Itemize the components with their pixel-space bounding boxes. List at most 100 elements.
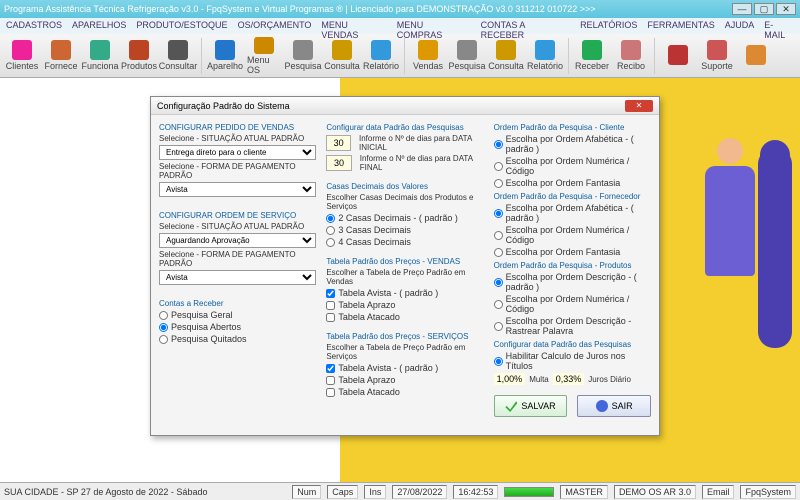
menu-item[interactable]: FERRAMENTAS bbox=[647, 20, 714, 32]
toolbar-pesquisa[interactable]: Pesquisa bbox=[285, 36, 321, 76]
toolbar-recibo[interactable]: Recibo bbox=[613, 36, 649, 76]
toolbar-consulta[interactable]: Consulta bbox=[324, 36, 360, 76]
os-header: CONFIGURAR ORDEM DE SERVIÇO bbox=[159, 211, 316, 220]
toolbar-icon bbox=[12, 40, 32, 60]
multa-value[interactable]: 1,00% bbox=[494, 373, 526, 385]
pagamento-vendas-select[interactable]: Avista bbox=[159, 182, 316, 197]
situacao-vendas-select[interactable]: Entrega direto para o cliente bbox=[159, 145, 316, 160]
situacao-os-select[interactable]: Aguardando Aprovação bbox=[159, 233, 316, 248]
toolbar-produtos[interactable]: Produtos bbox=[121, 36, 157, 76]
toolbar-pesquisa[interactable]: Pesquisa bbox=[449, 36, 485, 76]
cli-alfa-radio[interactable]: Escolha por Ordem Afabética - ( padrão ) bbox=[494, 134, 651, 154]
toolbar-icon bbox=[457, 40, 477, 60]
close-button[interactable]: ✕ bbox=[776, 3, 796, 15]
tab-aprazo-v-check[interactable]: Tabela Aprazo bbox=[326, 300, 483, 310]
toolbar-icon bbox=[418, 40, 438, 60]
toolbar-consulta[interactable]: Consulta bbox=[488, 36, 524, 76]
juros-header: Configurar data Padrão das Pesquisas bbox=[494, 340, 651, 349]
maximize-button[interactable]: ▢ bbox=[754, 3, 774, 15]
label: Escolher a Tabela de Preço Padrão em Ser… bbox=[326, 343, 483, 361]
toolbar-icon bbox=[535, 40, 555, 60]
window-titlebar: Programa Assistência Técnica Refrigeraçã… bbox=[0, 0, 800, 18]
app-title: Programa Assistência Técnica Refrigeraçã… bbox=[4, 4, 596, 14]
toolbar-icon bbox=[129, 40, 149, 60]
status-email[interactable]: Email bbox=[702, 485, 735, 499]
menu-item[interactable]: PRODUTO/ESTOQUE bbox=[136, 20, 227, 32]
label: Selecione - SITUAÇÃO ATUAL PADRÃO bbox=[159, 134, 316, 143]
exit-icon bbox=[596, 400, 608, 412]
toolbar-menu os[interactable]: Menu OS bbox=[246, 36, 282, 76]
menu-item[interactable]: APARELHOS bbox=[72, 20, 126, 32]
pagamento-os-select[interactable]: Avista bbox=[159, 270, 316, 285]
label: Selecione - FORMA DE PAGAMENTO PADRÃO bbox=[159, 162, 316, 180]
toolbar-btn16[interactable] bbox=[660, 36, 696, 76]
toolbar-icon bbox=[582, 40, 602, 60]
pesquisa-quitados-radio[interactable]: Pesquisa Quitados bbox=[159, 334, 316, 344]
toolbar-funciona[interactable]: Funciona bbox=[82, 36, 118, 76]
config-dialog: Configuração Padrão do Sistema ✕ CONFIGU… bbox=[150, 96, 660, 436]
toolbar-clientes[interactable]: Clientes bbox=[4, 36, 40, 76]
toolbar-receber[interactable]: Receber bbox=[574, 36, 610, 76]
menu-item[interactable]: OS/ORÇAMENTO bbox=[238, 20, 312, 32]
dias-final-input[interactable]: 30 bbox=[326, 155, 351, 171]
toolbar-suporte[interactable]: Suporte bbox=[699, 36, 735, 76]
tab-avista-v-check[interactable]: Tabela Avista - ( padrão ) bbox=[326, 288, 483, 298]
data-pesq-header: Configurar data Padrão das Pesquisas bbox=[326, 123, 483, 132]
toolbar-relatório[interactable]: Relatório bbox=[527, 36, 563, 76]
menu-item[interactable]: E-MAIL bbox=[764, 20, 794, 32]
casas4-radio[interactable]: 4 Casas Decimais bbox=[326, 237, 483, 247]
pesquisa-geral-radio[interactable]: Pesquisa Geral bbox=[159, 310, 316, 320]
tab-atacado-s-check[interactable]: Tabela Atacado bbox=[326, 387, 483, 397]
menu-item[interactable]: CONTAS A RECEBER bbox=[481, 20, 570, 32]
dias-inicial-input[interactable]: 30 bbox=[326, 135, 351, 151]
progress-indicator bbox=[504, 487, 554, 497]
prod-rastr-radio[interactable]: Escolha por Ordem Descrição - Rastrear P… bbox=[494, 316, 651, 336]
tab-aprazo-s-check[interactable]: Tabela Aprazo bbox=[326, 375, 483, 385]
casas3-radio[interactable]: 3 Casas Decimais bbox=[326, 225, 483, 235]
label: Escolher a Tabela de Preço Padrão em Ven… bbox=[326, 268, 483, 286]
menu-item[interactable]: CADASTROS bbox=[6, 20, 62, 32]
toolbar-relatório[interactable]: Relatório bbox=[363, 36, 399, 76]
cli-num-radio[interactable]: Escolha por Ordem Numérica / Código bbox=[494, 156, 651, 176]
tab-atacado-v-check[interactable]: Tabela Atacado bbox=[326, 312, 483, 322]
check-icon bbox=[505, 400, 517, 412]
juros-value[interactable]: 0,33% bbox=[553, 373, 585, 385]
status-date: 27/08/2022 bbox=[392, 485, 447, 499]
toolbar-fornece[interactable]: Fornece bbox=[43, 36, 79, 76]
tab-avista-s-check[interactable]: Tabela Avista - ( padrão ) bbox=[326, 363, 483, 373]
dialog-close-button[interactable]: ✕ bbox=[625, 100, 653, 112]
menu-item[interactable]: AJUDA bbox=[725, 20, 755, 32]
casas-header: Casas Decimais dos Valores bbox=[326, 182, 483, 191]
status-brand: FpqSystem bbox=[740, 485, 796, 499]
forn-num-radio[interactable]: Escolha por Ordem Numérica / Código bbox=[494, 225, 651, 245]
forn-fant-radio[interactable]: Escolha por Ordem Fantasia bbox=[494, 247, 651, 257]
dialog-title: Configuração Padrão do Sistema bbox=[157, 101, 290, 111]
casas2-radio[interactable]: 2 Casas Decimais - ( padrão ) bbox=[326, 213, 483, 223]
toolbar-vendas[interactable]: Vendas bbox=[410, 36, 446, 76]
habilitar-juros-radio[interactable]: Habilitar Calculo de Juros nos Títulos bbox=[494, 351, 651, 371]
toolbar-icon bbox=[621, 40, 641, 60]
dialog-col-1: CONFIGURAR PEDIDO DE VENDAS Selecione - … bbox=[159, 121, 316, 429]
capslock-indicator: Caps bbox=[327, 485, 358, 499]
forn-alfa-radio[interactable]: Escolha por Ordem Afabética - ( padrão ) bbox=[494, 203, 651, 223]
cli-fant-radio[interactable]: Escolha por Ordem Fantasia bbox=[494, 178, 651, 188]
salvar-button[interactable]: SALVAR bbox=[494, 395, 568, 417]
sair-button[interactable]: SAIR bbox=[577, 395, 651, 417]
status-user: MASTER bbox=[560, 485, 608, 499]
ordem-prod-header: Ordem Padrão da Pesquisa - Produtos bbox=[494, 261, 651, 270]
menu-item[interactable]: MENU COMPRAS bbox=[397, 20, 471, 32]
minimize-button[interactable]: — bbox=[732, 3, 752, 15]
menu-item[interactable]: MENU VENDAS bbox=[321, 20, 386, 32]
label: Selecione - SITUAÇÃO ATUAL PADRÃO bbox=[159, 222, 316, 231]
toolbar-icon bbox=[707, 40, 727, 60]
toolbar-icon bbox=[90, 40, 110, 60]
toolbar-aparelho[interactable]: Aparelho bbox=[207, 36, 243, 76]
prod-num-radio[interactable]: Escolha por Ordem Numérica / Código bbox=[494, 294, 651, 314]
menu-item[interactable]: RELATÓRIOS bbox=[580, 20, 637, 32]
toolbar-btn18[interactable] bbox=[738, 36, 774, 76]
pesquisa-abertos-radio[interactable]: Pesquisa Abertos bbox=[159, 322, 316, 332]
toolbar-consultar[interactable]: Consultar bbox=[160, 36, 196, 76]
dialog-titlebar: Configuração Padrão do Sistema ✕ bbox=[151, 97, 659, 115]
prod-desc-radio[interactable]: Escolha por Ordem Descrição - ( padrão ) bbox=[494, 272, 651, 292]
status-time: 16:42:53 bbox=[453, 485, 498, 499]
